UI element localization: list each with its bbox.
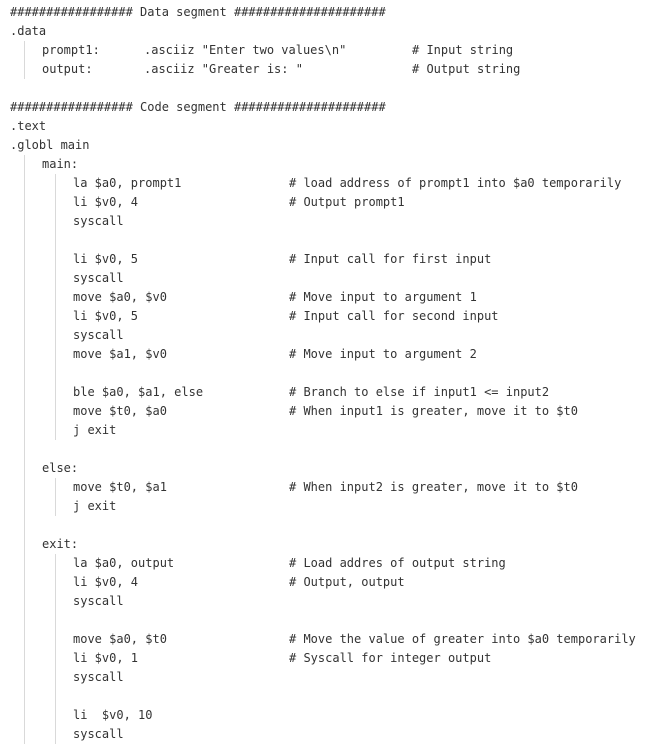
code-line: move $a1, $v0 # Move input to argument 2: [0, 345, 665, 364]
code-text: move $a0, $t0: [73, 632, 167, 646]
code-text: output:: [42, 62, 93, 76]
code-text: syscall: [73, 271, 124, 285]
code-text: la $a0, output: [73, 556, 175, 570]
code-text: li $v0, 4: [73, 195, 139, 209]
code-text: li $v0, 5: [73, 309, 139, 323]
comment-text: # Move input to argument 2: [289, 347, 477, 361]
comment-text: # Output string: [412, 62, 521, 76]
code-line: move $a0, $t0 # Move the value of greater…: [0, 630, 665, 649]
code-line: la $a0, prompt1 # load address of prompt1…: [0, 174, 665, 193]
code-text: move $a1, $v0: [73, 347, 167, 361]
code-line: .data: [0, 22, 665, 41]
comment-text: # When input2 is greater, move it to $t0: [289, 480, 578, 494]
code-text: li $v0, 10: [73, 708, 153, 722]
code-text: syscall: [73, 594, 124, 608]
code-line: .text: [0, 117, 665, 136]
code-line: li $v0, 1 # Syscall for integer output: [0, 649, 665, 668]
code-text: syscall: [73, 328, 124, 342]
code-line: exit:: [0, 535, 665, 554]
code-text: move $t0, $a0: [73, 404, 167, 418]
code-text: prompt1:: [42, 43, 100, 57]
code-line: move $a0, $v0 # Move input to argument 1: [0, 288, 665, 307]
indent-guide: [55, 478, 56, 516]
code-line: ################# Code segment #########…: [0, 98, 665, 117]
code-line: j exit: [0, 421, 665, 440]
code-block: ################# Data segment #########…: [0, 3, 665, 744]
code-text: exit:: [42, 537, 79, 551]
code-text: syscall: [73, 727, 124, 741]
comment-text: # Input string: [412, 43, 514, 57]
directive-text: .asciiz "Greater is: ": [144, 62, 303, 76]
code-text: ################# Data segment #########…: [10, 5, 386, 19]
code-text: li $v0, 1: [73, 651, 139, 665]
code-line: li $v0, 5 # Input call for second input: [0, 307, 665, 326]
code-text: ble $a0, $a1, else: [73, 385, 204, 399]
code-line: ################# Data segment #########…: [0, 3, 665, 22]
code-line: j exit: [0, 497, 665, 516]
code-line: syscall: [0, 326, 665, 345]
comment-text: # Branch to else if input1 <= input2: [289, 385, 550, 399]
code-text: syscall: [73, 214, 124, 228]
comment-text: # Input call for second input: [289, 309, 499, 323]
code-line: syscall: [0, 269, 665, 288]
code-text: li $v0, 5: [73, 252, 139, 266]
comment-text: # Move input to argument 1: [289, 290, 477, 304]
code-text: else:: [42, 461, 79, 475]
indent-guide: [24, 41, 25, 79]
code-line: syscall: [0, 592, 665, 611]
directive-text: .asciiz "Enter two values\n": [144, 43, 347, 57]
comment-text: # load address of prompt1 into $a0 tempo…: [289, 176, 622, 190]
indent-guide: [55, 554, 56, 744]
code-line: la $a0, output # Load addres of output st…: [0, 554, 665, 573]
comment-text: # When input1 is greater, move it to $t0: [289, 404, 578, 418]
code-text: syscall: [73, 670, 124, 684]
code-line: .globl main: [0, 136, 665, 155]
code-text: .text: [10, 119, 47, 133]
indent-guide: [24, 155, 25, 744]
code-line: ble $a0, $a1, else # Branch to else if in…: [0, 383, 665, 402]
code-line: syscall: [0, 212, 665, 231]
code-line: li $v0, 4 # Output, output: [0, 573, 665, 592]
code-line: li $v0, 10: [0, 706, 665, 725]
comment-text: # Output prompt1: [289, 195, 405, 209]
code-text: move $t0, $a1: [73, 480, 167, 494]
comment-text: # Syscall for integer output: [289, 651, 492, 665]
code-line: main:: [0, 155, 665, 174]
code-line: syscall: [0, 668, 665, 687]
comment-text: # Load addres of output string: [289, 556, 506, 570]
code-line: li $v0, 5 # Input call for first input: [0, 250, 665, 269]
code-text: ################# Code segment #########…: [10, 100, 386, 114]
code-line: prompt1: .asciiz "Enter two values\n" # In…: [0, 41, 665, 60]
code-line: move $t0, $a0 # When input1 is greater, m…: [0, 402, 665, 421]
code-text: j exit: [73, 499, 117, 513]
code-text: .data: [10, 24, 47, 38]
comment-text: # Input call for first input: [289, 252, 492, 266]
code-line: syscall: [0, 725, 665, 744]
code-line: else:: [0, 459, 665, 478]
code-text: main:: [42, 157, 79, 171]
code-text: la $a0, prompt1: [73, 176, 182, 190]
indent-guide: [55, 174, 56, 440]
comment-text: # Output, output: [289, 575, 405, 589]
comment-text: # Move the value of greater into $a0 tem…: [289, 632, 636, 646]
code-line: output: .asciiz "Greater is: " # Output st…: [0, 60, 665, 79]
code-text: j exit: [73, 423, 117, 437]
code-text: .globl main: [10, 138, 90, 152]
code-text: li $v0, 4: [73, 575, 139, 589]
code-text: move $a0, $v0: [73, 290, 167, 304]
code-viewer: ################# Data segment #########…: [0, 0, 665, 750]
code-line: li $v0, 4 # Output prompt1: [0, 193, 665, 212]
code-line: move $t0, $a1 # When input2 is greater, m…: [0, 478, 665, 497]
